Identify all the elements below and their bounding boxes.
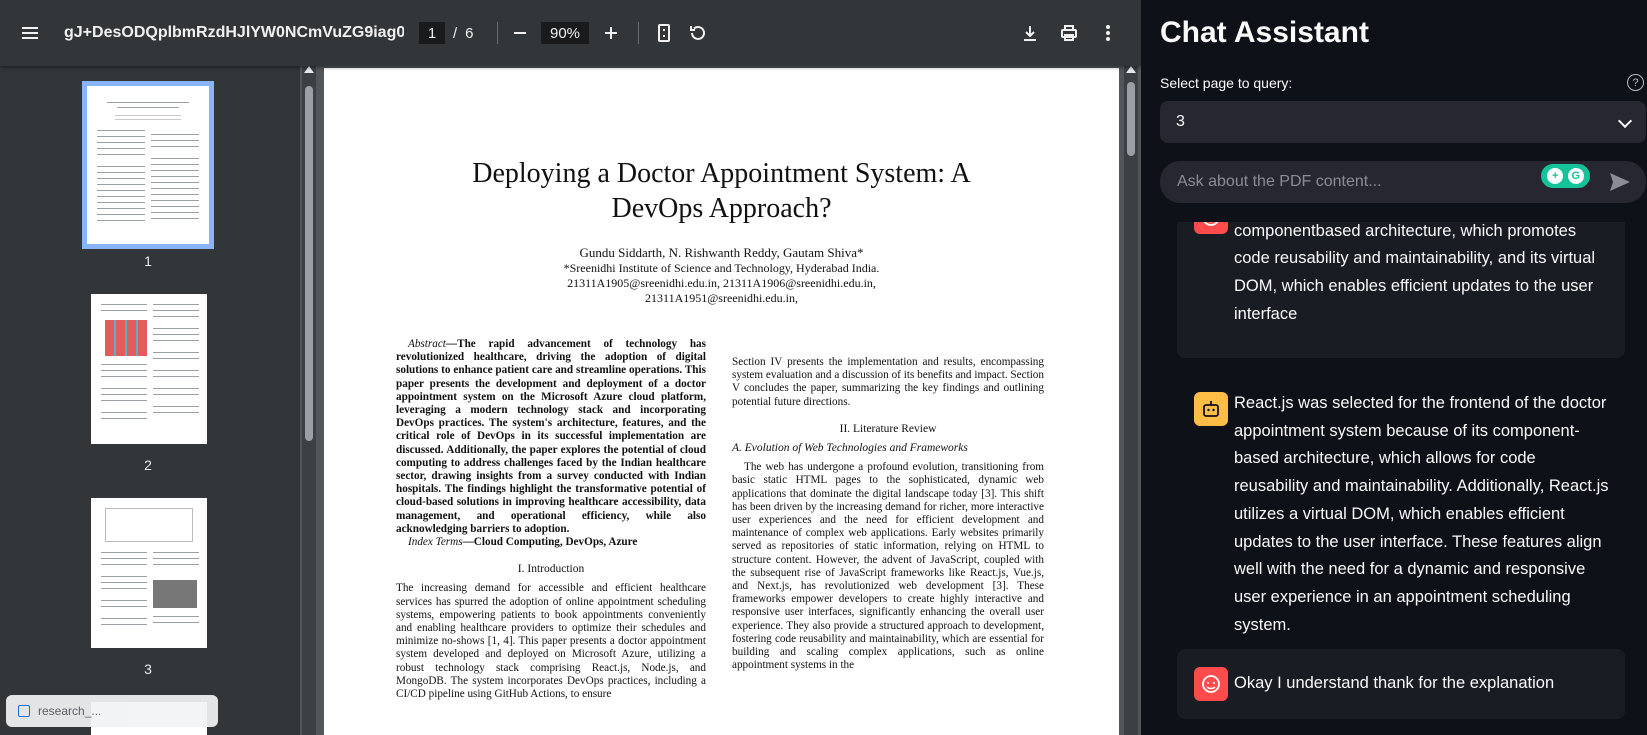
select-page-label: Select page to query: bbox=[1160, 75, 1293, 91]
paper-right-column: Section IV presents the implementation a… bbox=[732, 356, 1044, 672]
rotate-button[interactable] bbox=[686, 0, 710, 66]
emails-line: 21311A1905@sreenidhi.edu.in, 21311A1906@… bbox=[567, 276, 876, 290]
document-scrollbar[interactable] bbox=[1124, 66, 1138, 735]
literature-text: The web has undergone a profound evoluti… bbox=[732, 461, 1044, 672]
chat-message-user: React.js was chosen for the frontend due… bbox=[1177, 222, 1625, 358]
send-icon[interactable] bbox=[1609, 172, 1631, 192]
thumbnail-label: 1 bbox=[144, 253, 152, 269]
thumbnail-page-3[interactable] bbox=[91, 498, 207, 648]
chat-message-text: React.js was selected for the frontend o… bbox=[1234, 394, 1609, 634]
download-toast[interactable]: research_... bbox=[6, 695, 218, 727]
thumbnail-label: 3 bbox=[144, 661, 152, 677]
more-vert-icon bbox=[1106, 25, 1110, 41]
index-terms-label: Index Terms bbox=[408, 536, 463, 549]
index-terms: Index Terms—Cloud Computing, DevOps, Azu… bbox=[396, 536, 706, 549]
bot-avatar-icon bbox=[1194, 392, 1228, 426]
paper-title-line: DevOps Approach? bbox=[611, 193, 832, 224]
chat-message-text: Okay I understand thank for the explanat… bbox=[1234, 674, 1555, 692]
book-icon bbox=[18, 705, 30, 717]
toolbar-divider bbox=[497, 22, 498, 44]
index-terms-text: —Cloud Computing, DevOps, Azure bbox=[462, 536, 638, 549]
page-number-input[interactable]: 1 bbox=[419, 22, 445, 44]
minus-icon bbox=[514, 32, 526, 34]
pdf-toolbar: gJ+DesODQplbmRzdHJlYW0NCmVuZG9iag0Ke... … bbox=[0, 0, 1141, 66]
user-avatar-icon bbox=[1194, 222, 1228, 234]
scroll-up-icon[interactable] bbox=[1126, 66, 1136, 73]
paper-affiliation: *Sreenidhi Institute of Science and Tech… bbox=[424, 261, 1019, 306]
chat-message-text: React.js was chosen for the frontend due… bbox=[1234, 222, 1596, 323]
intro-continuation: Section IV presents the implementation a… bbox=[732, 356, 1044, 408]
toolbar-divider bbox=[638, 22, 639, 44]
grammarly-badge[interactable]: + G bbox=[1541, 164, 1590, 188]
pdf-page: Deploying a Doctor Appointment System: A… bbox=[324, 68, 1119, 735]
thumbnail-page-1[interactable] bbox=[82, 81, 214, 249]
print-button[interactable] bbox=[1057, 0, 1081, 66]
menu-icon[interactable] bbox=[16, 0, 44, 66]
thumbnail-page-2[interactable] bbox=[91, 294, 207, 444]
zoom-field[interactable]: 90% bbox=[541, 0, 589, 66]
download-button[interactable] bbox=[1018, 0, 1042, 66]
document-title: gJ+DesODQplbmRzdHJlYW0NCmVuZG9iag0Ke... bbox=[64, 24, 404, 41]
help-icon[interactable]: ? bbox=[1627, 74, 1644, 91]
thumbnail-label: 2 bbox=[144, 457, 152, 473]
pdf-viewer: gJ+DesODQplbmRzdHJlYW0NCmVuZG9iag0Ke... … bbox=[0, 0, 1141, 735]
download-icon bbox=[1024, 26, 1036, 41]
page-select-value: 3 bbox=[1176, 113, 1185, 130]
chat-message-assistant: React.js was selected for the frontend o… bbox=[1177, 380, 1625, 634]
paper-authors: Gundu Siddarth, N. Rishwanth Reddy, Gaut… bbox=[579, 245, 864, 260]
page-select[interactable]: 3 bbox=[1160, 101, 1646, 143]
page-total: 6 bbox=[465, 24, 474, 42]
fit-page-icon bbox=[658, 24, 670, 42]
download-filename: research_... bbox=[38, 704, 102, 718]
abstract-label: Abstract bbox=[408, 338, 446, 350]
literature-subheading: A. Evolution of Web Technologies and Fra… bbox=[732, 442, 968, 455]
abstract: Abstract—The rapid advancement of techno… bbox=[396, 338, 706, 536]
chat-messages: React.js was chosen for the frontend due… bbox=[1160, 222, 1646, 735]
intro-heading: I. Introduction bbox=[517, 563, 585, 576]
abstract-text: —The rapid advancement of technology has… bbox=[396, 338, 706, 535]
zoom-value[interactable]: 90% bbox=[541, 22, 589, 44]
zoom-out-button[interactable] bbox=[508, 0, 532, 66]
scroll-up-icon[interactable] bbox=[304, 66, 314, 73]
chat-title: Chat Assistant bbox=[1160, 16, 1369, 49]
print-icon bbox=[1061, 25, 1077, 41]
page-indicator: 1 / 6 bbox=[419, 0, 474, 66]
plus-icon bbox=[605, 27, 617, 39]
paper-title: Deploying a Doctor Appointment System: A… bbox=[424, 156, 1019, 226]
chat-message-user: Okay I understand thank for the explanat… bbox=[1177, 649, 1625, 719]
intro-text: The increasing demand for accessible and… bbox=[396, 582, 706, 701]
chat-panel: Chat Assistant Select page to query: ? 3… bbox=[1141, 0, 1647, 735]
grammarly-g-icon: G bbox=[1567, 168, 1584, 184]
app-root: gJ+DesODQplbmRzdHJlYW0NCmVuZG9iag0Ke... … bbox=[0, 0, 1647, 735]
document-scroll-thumb[interactable] bbox=[1127, 82, 1135, 156]
paper-left-column: Abstract—The rapid advancement of techno… bbox=[396, 338, 706, 701]
more-options-button[interactable] bbox=[1096, 0, 1120, 66]
emails-line: 21311A1951@sreenidhi.edu.in, bbox=[645, 291, 798, 305]
fit-page-button[interactable] bbox=[652, 0, 676, 66]
literature-heading: II. Literature Review bbox=[839, 422, 937, 435]
affiliation-line: *Sreenidhi Institute of Science and Tech… bbox=[563, 261, 880, 275]
paper-title-line: Deploying a Doctor Appointment System: A bbox=[472, 158, 971, 189]
zoom-in-button[interactable] bbox=[599, 0, 623, 66]
page-separator: / bbox=[453, 24, 458, 42]
grammarly-plus-icon: + bbox=[1547, 168, 1564, 184]
chevron-down-icon bbox=[1617, 113, 1633, 129]
sidebar-scroll-thumb[interactable] bbox=[305, 86, 313, 441]
rotate-icon bbox=[690, 25, 705, 40]
user-avatar-icon bbox=[1194, 667, 1228, 701]
